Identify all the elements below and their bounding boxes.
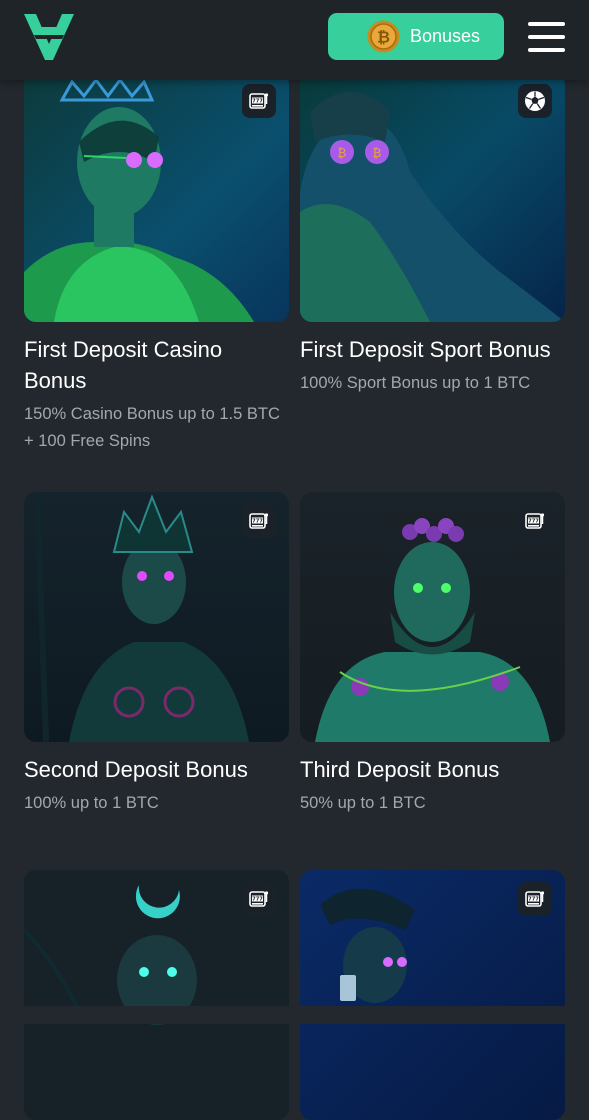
badge <box>242 882 276 916</box>
slot-machine-icon <box>523 887 547 911</box>
bonus-card[interactable] <box>24 870 289 1120</box>
bonus-image[interactable] <box>300 492 565 742</box>
svg-text:₿: ₿ <box>373 146 382 160</box>
hamburger-menu-icon[interactable] <box>528 20 566 54</box>
bonus-title: Third Deposit Bonus <box>300 757 500 782</box>
badge <box>242 84 276 118</box>
bonus-title: Second Deposit Bonus <box>24 757 248 782</box>
svg-text:₿: ₿ <box>377 28 390 47</box>
bonus-card-second-deposit[interactable]: Second Deposit Bonus 100% up to 1 BTC <box>24 492 289 817</box>
badge <box>518 84 552 118</box>
bottom-edge <box>0 1006 589 1024</box>
bonus-title: First Deposit Sport Bonus <box>300 337 551 362</box>
bonus-card[interactable] <box>300 870 565 1120</box>
bitcoin-coin-icon: ₿ <box>367 20 400 53</box>
bonus-description: 150% Casino Bonus up to 1.5 BTC + 100 Fr… <box>24 405 280 450</box>
badge <box>242 504 276 538</box>
slot-machine-icon <box>247 89 271 113</box>
bonus-description: 100% Sport Bonus up to 1 BTC <box>300 374 531 392</box>
bonus-card-third-deposit[interactable]: Third Deposit Bonus 50% up to 1 BTC <box>300 492 565 817</box>
badge <box>518 882 552 916</box>
svg-text:₿: ₿ <box>338 146 347 160</box>
badge <box>518 504 552 538</box>
bonus-card-first-deposit-casino[interactable]: First Deposit Casino Bonus 150% Casino B… <box>24 72 289 455</box>
bonus-title: First Deposit Casino Bonus <box>24 337 223 393</box>
bonus-image[interactable] <box>24 72 289 322</box>
v-logo-icon[interactable] <box>22 10 76 62</box>
top-header: ₿ Bonuses <box>0 0 589 80</box>
soccer-ball-icon <box>523 89 547 113</box>
bonus-card-first-deposit-sport[interactable]: ₿ ₿ First Deposit Sport Bonus 100% Sport… <box>300 72 565 397</box>
slot-machine-icon <box>247 509 271 533</box>
bonuses-button-label: Bonuses <box>410 26 481 46</box>
bonus-description: 50% up to 1 BTC <box>300 794 426 812</box>
bonus-description: 100% up to 1 BTC <box>24 794 159 812</box>
bonus-image[interactable] <box>300 870 565 1120</box>
bonuses-button[interactable]: ₿ Bonuses <box>328 13 504 60</box>
bonus-image[interactable] <box>24 870 289 1120</box>
slot-machine-icon <box>247 887 271 911</box>
slot-machine-icon <box>523 509 547 533</box>
bonus-image[interactable]: ₿ ₿ <box>300 72 565 322</box>
bonus-image[interactable] <box>24 492 289 742</box>
